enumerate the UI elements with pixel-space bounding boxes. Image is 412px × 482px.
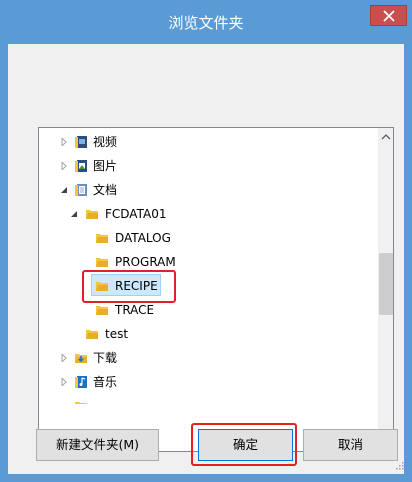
highlight-frame [82, 270, 176, 303]
tree-item-label: test [105, 327, 129, 341]
scroll-thumb[interactable] [379, 253, 393, 315]
folder-tree[interactable]: 视频 图片 文档 FCDATA01 DATALOG PROGRAM RECIPE… [38, 127, 394, 452]
tree-item-label: 图片 [93, 159, 118, 173]
folder-icon [96, 234, 108, 243]
collapse-arrow-icon[interactable] [60, 186, 68, 194]
chevron-up-icon [381, 134, 391, 140]
tree-item-label: 下载 [93, 351, 118, 365]
highlight-frame [191, 423, 297, 466]
new-folder-button[interactable]: 新建文件夹(M) [36, 429, 159, 461]
video-library-icon [75, 136, 87, 148]
close-icon [383, 10, 395, 22]
dialog-body: 视频 图片 文档 FCDATA01 DATALOG PROGRAM RECIPE… [8, 44, 404, 474]
tree-item-videos[interactable]: 视频 [39, 130, 378, 154]
music-library-icon [75, 376, 87, 388]
tree-item-documents[interactable]: 文档 [39, 178, 378, 202]
tree-item-label: DATALOG [115, 231, 171, 245]
folder-icon [86, 210, 98, 219]
downloads-folder-icon [75, 354, 87, 363]
expand-arrow-icon[interactable] [60, 378, 68, 386]
tree-item-fcdata01[interactable]: FCDATA01 [39, 202, 378, 226]
folder-icon [96, 258, 108, 267]
tree-item-test[interactable]: test [39, 322, 378, 346]
collapse-arrow-icon[interactable] [70, 210, 78, 218]
resize-grip-icon[interactable] [394, 460, 404, 470]
folder-icon [96, 306, 108, 315]
cancel-button[interactable]: 取消 [303, 429, 398, 461]
pictures-library-icon [75, 160, 87, 172]
tree-item-label: 音乐 [93, 375, 118, 389]
tree-item-pictures[interactable]: 图片 [39, 154, 378, 178]
browse-folder-dialog: 浏览文件夹 视频 图片 文档 FCDATA01 DATALOG PROGRAM … [0, 0, 412, 482]
tree-item-datalog[interactable]: DATALOG [39, 226, 378, 250]
close-button[interactable] [370, 5, 407, 26]
folder-tree-list: 视频 图片 文档 FCDATA01 DATALOG PROGRAM RECIPE… [39, 128, 378, 451]
folder-icon [86, 330, 98, 339]
expand-arrow-icon[interactable] [60, 162, 68, 170]
expand-arrow-icon[interactable] [60, 354, 68, 362]
folder-icon [75, 402, 87, 404]
tree-item-label: FCDATA01 [105, 207, 167, 221]
tree-item-music[interactable]: 音乐 [39, 370, 378, 394]
dialog-title: 浏览文件夹 [168, 14, 244, 32]
tree-item-downloads[interactable]: 下载 [39, 346, 378, 370]
tree-scrollbar[interactable] [378, 128, 393, 451]
tree-item-label: 文档 [93, 183, 118, 197]
expand-arrow-icon[interactable] [60, 138, 68, 146]
scroll-up-button[interactable] [378, 128, 393, 145]
documents-library-icon [75, 184, 87, 196]
title-bar[interactable]: 浏览文件夹 [0, 0, 412, 44]
tree-item-partial[interactable] [39, 394, 378, 404]
tree-item-label: 视频 [93, 135, 118, 149]
